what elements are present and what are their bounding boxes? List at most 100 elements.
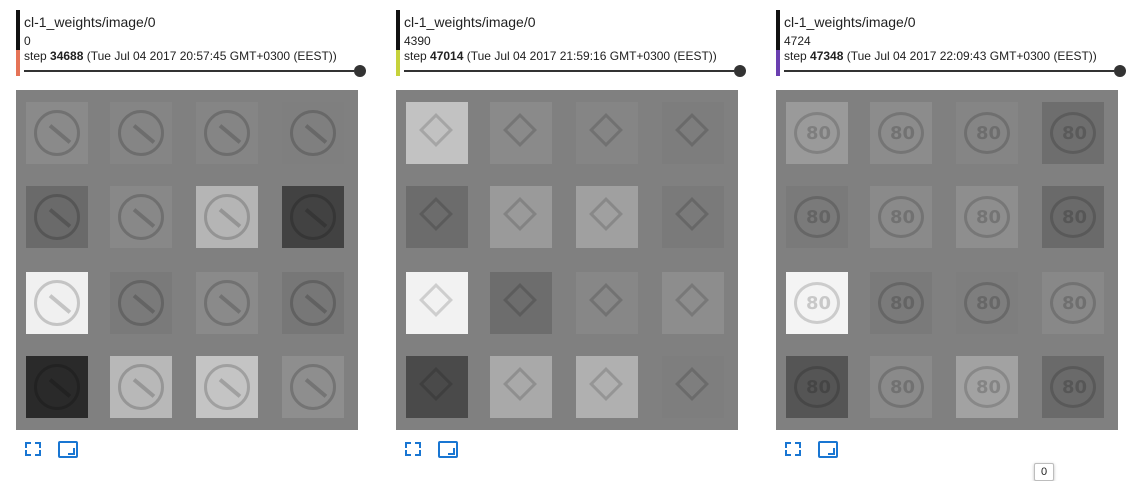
weight-image-cell <box>786 272 848 334</box>
diamond-sign-glyph <box>589 197 623 231</box>
run-color-indicator <box>16 10 20 76</box>
weight-image-cell <box>576 102 638 164</box>
speed-80-sign-glyph <box>878 366 924 408</box>
weight-image-cell <box>196 356 258 418</box>
sample-index: 4724 <box>784 34 811 48</box>
weight-image-cell <box>110 186 172 248</box>
weight-image-cell <box>110 272 172 334</box>
weight-image-cell <box>956 272 1018 334</box>
fit-to-size-icon[interactable] <box>436 438 458 460</box>
run-color-swatch <box>396 50 400 76</box>
weight-image-cell <box>870 186 932 248</box>
arrow-sign-glyph <box>290 364 336 410</box>
weight-image-cell <box>662 186 724 248</box>
image-grid[interactable] <box>16 90 358 430</box>
card-title: cl-1_weights/image/0 <box>784 14 916 30</box>
image-grid[interactable] <box>396 90 738 430</box>
step-info: step 34688 (Tue Jul 04 2017 20:57:45 GMT… <box>24 48 337 64</box>
diamond-sign-glyph <box>503 197 537 231</box>
arrow-sign-glyph <box>204 280 250 326</box>
arrow-sign-glyph <box>204 364 250 410</box>
weight-image-cell <box>26 356 88 418</box>
weight-image-cell <box>576 356 638 418</box>
arrow-sign-glyph <box>34 194 80 240</box>
weight-image-cell <box>110 102 172 164</box>
diamond-sign-glyph <box>419 367 453 401</box>
weight-image-cell <box>662 272 724 334</box>
weight-image-cell <box>490 102 552 164</box>
card-header: cl-1_weights/image/0 0 step 34688 (Tue J… <box>16 10 366 77</box>
step-slider[interactable] <box>24 65 366 77</box>
speed-80-sign-glyph <box>878 196 924 238</box>
speed-80-sign-glyph <box>878 112 924 154</box>
step-timestamp: (Tue Jul 04 2017 22:09:43 GMT+0300 (EEST… <box>846 49 1097 63</box>
weight-image-cell <box>196 272 258 334</box>
step-value: 34688 <box>50 49 84 63</box>
diamond-sign-glyph <box>503 367 537 401</box>
diamond-sign-glyph <box>675 283 709 317</box>
weight-image-cell <box>576 272 638 334</box>
weight-image-cell <box>1042 102 1104 164</box>
arrow-sign-glyph <box>34 364 80 410</box>
slider-track[interactable] <box>784 70 1114 72</box>
fullscreen-expand-icon[interactable] <box>402 438 424 460</box>
diamond-sign-glyph <box>503 113 537 147</box>
fullscreen-expand-icon[interactable] <box>22 438 44 460</box>
slider-track[interactable] <box>24 70 354 72</box>
step-slider[interactable] <box>404 65 746 77</box>
weight-image-cell <box>26 186 88 248</box>
speed-80-sign-glyph <box>878 282 924 324</box>
slider-knob[interactable] <box>354 65 366 77</box>
weight-image-cell <box>282 272 344 334</box>
arrow-sign-glyph <box>118 280 164 326</box>
weight-image-cell <box>26 272 88 334</box>
card-header: cl-1_weights/image/0 4390 step 47014 (Tu… <box>396 10 746 77</box>
diamond-sign-glyph <box>419 197 453 231</box>
card-title: cl-1_weights/image/0 <box>404 14 536 30</box>
weight-image-cell <box>282 102 344 164</box>
diamond-sign-glyph <box>675 367 709 401</box>
speed-80-sign-glyph <box>964 366 1010 408</box>
weight-image-cell <box>786 356 848 418</box>
speed-80-sign-glyph <box>1050 366 1096 408</box>
image-card: cl-1_weights/image/0 0 step 34688 (Tue J… <box>16 10 366 470</box>
arrow-sign-glyph <box>34 280 80 326</box>
hover-tooltip: 0 <box>1034 463 1055 481</box>
diamond-sign-glyph <box>675 113 709 147</box>
fit-to-size-icon[interactable] <box>56 438 78 460</box>
image-grid[interactable]: 0 <box>776 90 1118 481</box>
diamond-sign-glyph <box>419 113 453 147</box>
speed-80-sign-glyph <box>964 112 1010 154</box>
arrow-sign-glyph <box>118 110 164 156</box>
speed-80-sign-glyph <box>794 366 840 408</box>
weight-image-cell <box>490 272 552 334</box>
slider-knob[interactable] <box>734 65 746 77</box>
image-card: cl-1_weights/image/0 4390 step 47014 (Tu… <box>396 10 746 470</box>
step-info: step 47348 (Tue Jul 04 2017 22:09:43 GMT… <box>784 48 1097 64</box>
weight-image-cell <box>110 356 172 418</box>
step-slider[interactable] <box>784 65 1126 77</box>
arrow-sign-glyph <box>34 110 80 156</box>
weight-image-cell <box>282 186 344 248</box>
step-value: 47348 <box>810 49 844 63</box>
speed-80-sign-glyph <box>1050 282 1096 324</box>
sample-index: 0 <box>24 34 31 48</box>
diamond-sign-glyph <box>419 283 453 317</box>
arrow-sign-glyph <box>204 110 250 156</box>
weight-image-cell <box>956 356 1018 418</box>
arrow-sign-glyph <box>290 194 336 240</box>
speed-80-sign-glyph <box>1050 196 1096 238</box>
arrow-sign-glyph <box>118 194 164 240</box>
arrow-sign-glyph <box>290 280 336 326</box>
arrow-sign-glyph <box>204 194 250 240</box>
weight-image-cell <box>1042 356 1104 418</box>
card-title: cl-1_weights/image/0 <box>24 14 156 30</box>
weight-image-cell <box>956 186 1018 248</box>
slider-track[interactable] <box>404 70 734 72</box>
step-info: step 47014 (Tue Jul 04 2017 21:59:16 GMT… <box>404 48 717 64</box>
slider-knob[interactable] <box>1114 65 1126 77</box>
fullscreen-expand-icon[interactable] <box>782 438 804 460</box>
speed-80-sign-glyph <box>1050 112 1096 154</box>
diamond-sign-glyph <box>589 113 623 147</box>
fit-to-size-icon[interactable] <box>816 438 838 460</box>
